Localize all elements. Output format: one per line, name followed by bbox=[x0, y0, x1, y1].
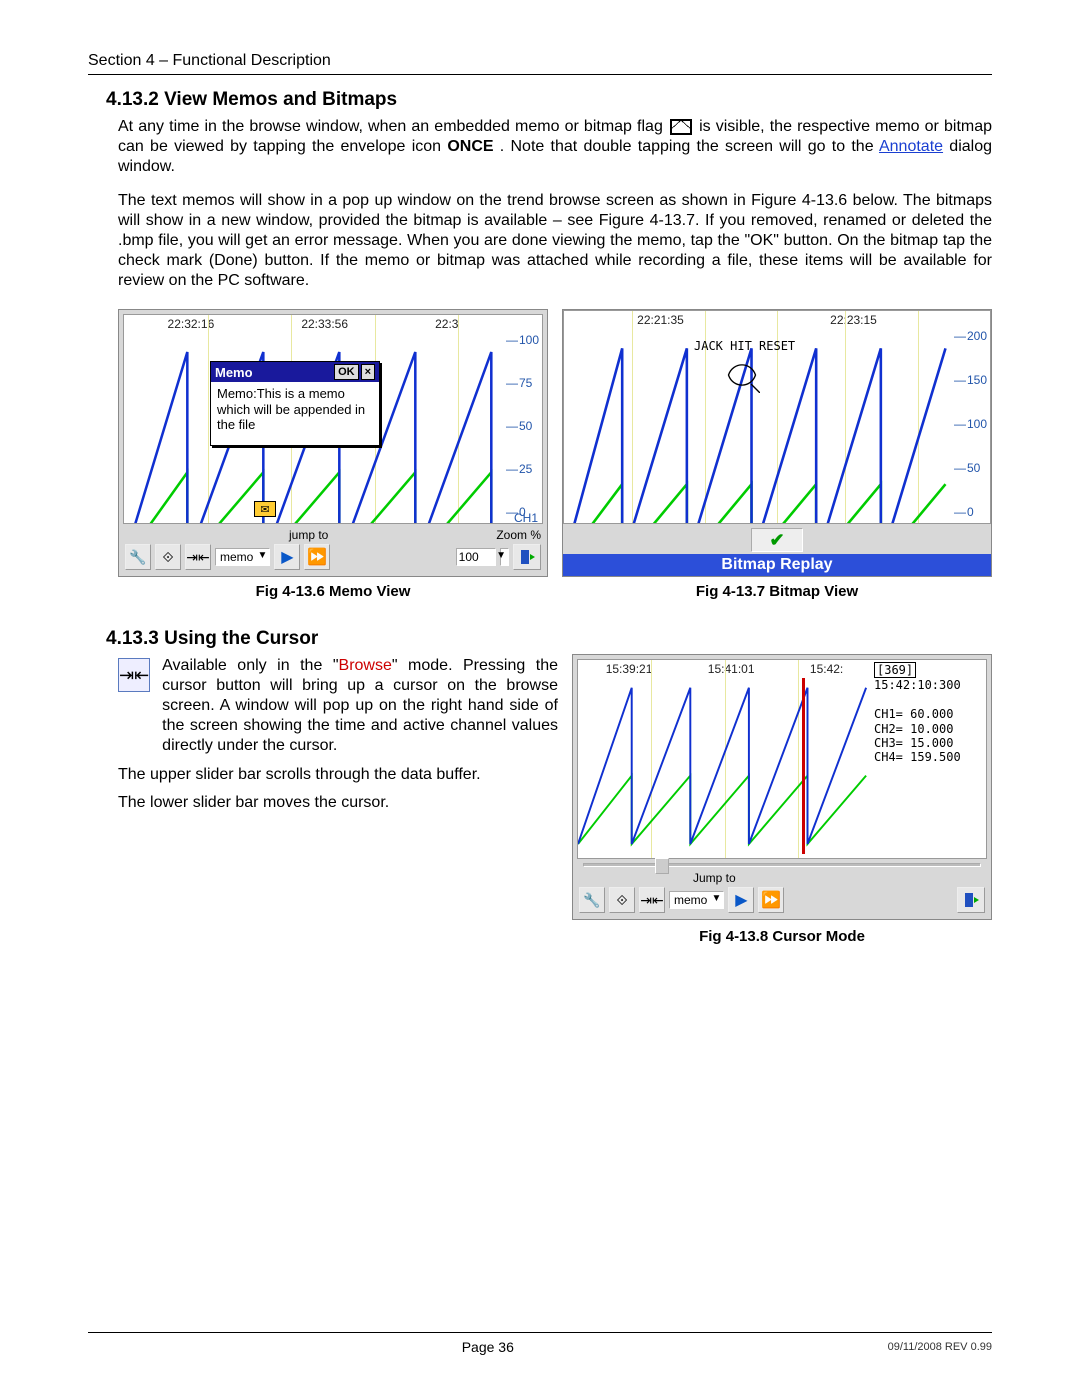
cursor-ch1: CH1= 60.000 bbox=[874, 707, 953, 721]
memo-ok-button[interactable]: OK bbox=[334, 364, 359, 380]
play-button[interactable]: ▶ bbox=[274, 544, 300, 570]
cursor-values-panel: [369] 15:42:10:300 CH1= 60.000 CH2= 10.0… bbox=[874, 662, 984, 765]
para-4133-1: Available only in the "Browse" mode. Pre… bbox=[162, 656, 558, 756]
bitmap-timestamps: 22:21:35 22:23:15 bbox=[564, 313, 950, 327]
tool-btn-1[interactable]: 🔧 bbox=[125, 544, 151, 570]
browse-text: Browse bbox=[339, 657, 392, 674]
cursor-ch2: CH2= 10.000 bbox=[874, 722, 953, 736]
para-4132-1: At any time in the browse window, when a… bbox=[118, 117, 992, 177]
fig-cursor-mode: 15:39:21 15:41:01 15:42: [369] 15:42:10:… bbox=[572, 654, 992, 945]
bitmap-scribble-icon bbox=[724, 357, 760, 393]
heading-4133: 4.13.3 Using the Cursor bbox=[106, 628, 992, 650]
bitmap-replay-title: Bitmap Replay bbox=[563, 554, 991, 576]
memo-chart-card: 22:32:16 22:33:56 22:3 100 75 50 25 0 bbox=[118, 309, 548, 577]
revision: 09/11/2008 REV 0.99 bbox=[888, 1341, 992, 1353]
timestamp: 22:21:35 bbox=[637, 313, 684, 327]
memo-select[interactable]: memo bbox=[215, 548, 270, 566]
bitmap-y-ticks: 200 150 100 50 0 bbox=[954, 329, 988, 519]
fast-forward-button[interactable]: ⏩ bbox=[758, 887, 784, 913]
ytick: 50 bbox=[506, 419, 540, 433]
cursor-time: 15:42:10:300 bbox=[874, 678, 961, 692]
timestamp: 22:33:56 bbox=[301, 317, 348, 331]
ytick: 25 bbox=[506, 462, 540, 476]
envelope-icon bbox=[670, 119, 692, 135]
memo-select[interactable]: memo bbox=[669, 891, 724, 909]
timestamp: 22:3 bbox=[435, 317, 458, 331]
bitmap-plot: 22:21:35 22:23:15 200 150 100 50 0 JACK … bbox=[563, 310, 991, 524]
divider bbox=[88, 74, 992, 75]
memo-caption: Fig 4-13.6 Memo View bbox=[256, 583, 411, 600]
memo-close-button[interactable]: × bbox=[361, 364, 375, 380]
cursor-ch3: CH3= 15.000 bbox=[874, 736, 953, 750]
exit-button[interactable] bbox=[957, 887, 985, 913]
timestamp: 15:42: bbox=[810, 662, 843, 676]
cursor-tool-button[interactable]: ⇥⇤ bbox=[639, 887, 665, 913]
figure-row: 22:32:16 22:33:56 22:3 100 75 50 25 0 bbox=[118, 309, 992, 600]
ch1-label: CH1 bbox=[514, 511, 538, 524]
memo-toolbar-2: 🔧 ⟐ ⇥⇤ memo ▶ ⏩ 100 bbox=[123, 544, 543, 572]
cursor-toolbar: 🔧 ⟐ ⇥⇤ memo ▶ ⏩ bbox=[577, 887, 987, 915]
bitmap-check-row: ✔ bbox=[563, 524, 991, 554]
memo-popup: Memo OK × Memo:This is a memo which will… bbox=[210, 361, 380, 446]
ytick: 0 bbox=[954, 505, 988, 519]
zoom-dropdown[interactable] bbox=[500, 548, 509, 566]
text: At any time in the browse window, when a… bbox=[118, 118, 668, 135]
memo-popup-titlebar: Memo OK × bbox=[211, 362, 379, 382]
memo-y-ticks: 100 75 50 25 0 bbox=[506, 333, 540, 519]
footer: Page 36 09/11/2008 REV 0.99 bbox=[88, 1332, 992, 1355]
ytick: 100 bbox=[506, 333, 540, 347]
fig-bitmap-view: 22:21:35 22:23:15 200 150 100 50 0 JACK … bbox=[562, 309, 992, 600]
cursor-waveform bbox=[578, 678, 871, 854]
done-check-button[interactable]: ✔ bbox=[751, 528, 803, 552]
memo-popup-body: Memo:This is a memo which will be append… bbox=[211, 382, 379, 445]
cursor-jump-label-row: Jump to bbox=[577, 871, 987, 887]
timestamp: 22:23:15 bbox=[830, 313, 877, 327]
heading-4132: 4.13.2 View Memos and Bitmaps bbox=[106, 89, 992, 111]
cursor-caption: Fig 4-13.8 Cursor Mode bbox=[572, 928, 992, 945]
tool-btn-2[interactable]: ⟐ bbox=[155, 544, 181, 570]
ytick: 200 bbox=[954, 329, 988, 343]
tool-btn-2[interactable]: ⟐ bbox=[609, 887, 635, 913]
memo-toolbar: jump to Zoom % bbox=[123, 524, 543, 544]
bitmap-annotation: JACK HIT RESET bbox=[694, 339, 795, 353]
upper-slider[interactable] bbox=[577, 859, 987, 871]
fig-memo-view: 22:32:16 22:33:56 22:3 100 75 50 25 0 bbox=[118, 309, 548, 600]
text: . Note that double tapping the screen wi… bbox=[500, 138, 879, 155]
ytick: 75 bbox=[506, 376, 540, 390]
memo-timestamps: 22:32:16 22:33:56 22:3 bbox=[124, 317, 502, 331]
timestamp: 15:41:01 bbox=[708, 662, 755, 676]
zoom-label: Zoom % bbox=[496, 528, 541, 542]
cursor-plot: 15:39:21 15:41:01 15:42: [369] 15:42:10:… bbox=[577, 659, 987, 859]
cursor-button-icon: ⇥⇤ bbox=[118, 658, 150, 692]
section-header: Section 4 – Functional Description bbox=[88, 52, 992, 70]
page-number: Page 36 bbox=[462, 1339, 514, 1355]
exit-button[interactable] bbox=[513, 544, 541, 570]
zoom-input[interactable]: 100 bbox=[456, 548, 496, 566]
cursor-line[interactable] bbox=[802, 678, 805, 854]
tool-btn-1[interactable]: 🔧 bbox=[579, 887, 605, 913]
text: Available only in the " bbox=[162, 657, 338, 674]
memo-plot: 22:32:16 22:33:56 22:3 100 75 50 25 0 bbox=[123, 314, 543, 524]
annotate-link[interactable]: Annotate bbox=[879, 138, 943, 155]
fast-forward-button[interactable]: ⏩ bbox=[304, 544, 330, 570]
bitmap-caption: Fig 4-13.7 Bitmap View bbox=[696, 583, 858, 600]
cursor-record: [369] bbox=[874, 662, 916, 678]
jump-to-label: Jump to bbox=[693, 871, 736, 885]
memo-popup-title: Memo bbox=[215, 365, 253, 380]
timestamp: 15:39:21 bbox=[606, 662, 653, 676]
cursor-tool-button[interactable]: ⇥⇤ bbox=[185, 544, 211, 570]
cursor-chart-card: 15:39:21 15:41:01 15:42: [369] 15:42:10:… bbox=[572, 654, 992, 920]
bitmap-chart-card: 22:21:35 22:23:15 200 150 100 50 0 JACK … bbox=[562, 309, 992, 577]
para-4132-2: The text memos will show in a pop up win… bbox=[118, 191, 992, 291]
ytick: 150 bbox=[954, 373, 988, 387]
text-bold-once: ONCE bbox=[447, 138, 493, 155]
cursor-ch4: CH4= 159.500 bbox=[874, 750, 961, 764]
memo-marker-icon[interactable]: ✉ bbox=[254, 501, 276, 517]
jump-to-label: jump to bbox=[289, 528, 328, 542]
ytick: 50 bbox=[954, 461, 988, 475]
ytick: 100 bbox=[954, 417, 988, 431]
play-button[interactable]: ▶ bbox=[728, 887, 754, 913]
